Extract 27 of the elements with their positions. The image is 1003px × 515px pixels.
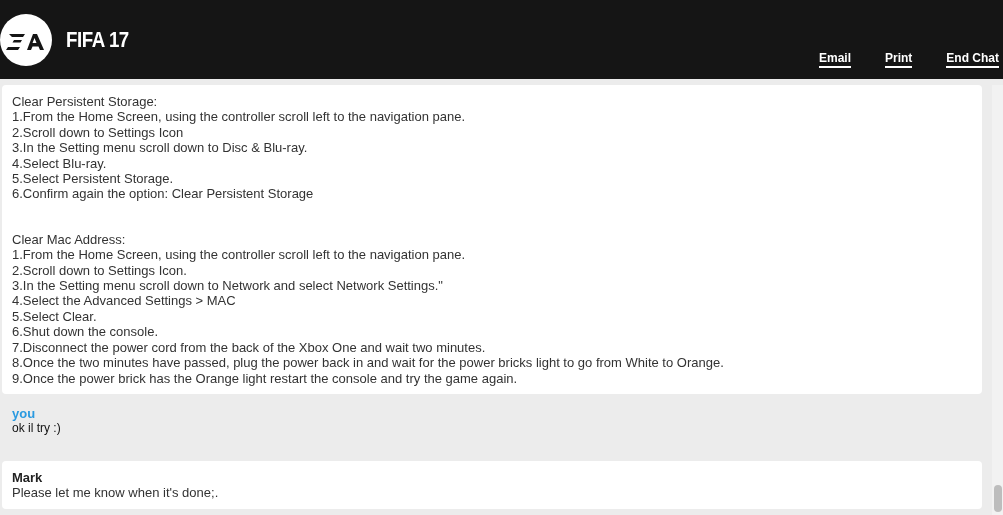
header-link[interactable]: Print xyxy=(885,51,913,68)
scroll-thumb[interactable] xyxy=(994,485,1002,512)
message-line: 2.Scroll down to Settings Icon xyxy=(12,124,185,141)
message-line: ok il try :) xyxy=(12,421,62,437)
message-line: 5.Select Clear. xyxy=(12,308,98,325)
message-line: 9.Once the power brick has the Orange light restart the console and try the game again. xyxy=(12,370,519,386)
message-line: 3.In the Setting menu scroll down to Disc & Blu-ray. xyxy=(12,140,309,156)
message-line: 7.Disconnect the power cord from the back of the Xbox One and wait two minutes. xyxy=(12,339,487,356)
scrollbar[interactable] xyxy=(992,85,1003,515)
message-line: 1.From the Home Screen, using the controller scroll left to the navigation pane. xyxy=(12,109,467,125)
message-line: 3.In the Setting menu scroll down to Network and select Network Settings." xyxy=(12,278,444,294)
sender-name: you xyxy=(12,405,37,422)
header-link[interactable]: End Chat xyxy=(946,51,999,68)
message-line: 5.Select Persistent Storage. xyxy=(12,171,175,187)
message-line: 1.From the Home Screen, using the controller scroll left to the navigation pane. xyxy=(12,247,467,263)
message-line: Clear Mac Address: xyxy=(12,231,127,248)
game-title: FIFA 17 xyxy=(66,26,129,53)
sender-name: Mark xyxy=(12,469,44,486)
message-line: 6.Confirm again the option: Clear Persistent Storage xyxy=(12,186,315,202)
message-line: Clear Persistent Storage: xyxy=(12,94,159,110)
message-line: 4.Select Blu-ray. xyxy=(12,155,108,172)
message-line: 6.Shut down the console. xyxy=(12,324,159,340)
message-line: 2.Scroll down to Settings Icon. xyxy=(12,262,188,279)
message-line: 4.Select the Advanced Settings > MAC xyxy=(12,293,237,309)
message-line: Please let me know when it's done;. xyxy=(12,485,220,501)
header-link[interactable]: Email xyxy=(818,51,851,68)
message-line: 8.Once the two minutes have passed, plug the power back in and wait for the power bricks light to go from White to Orange. xyxy=(12,355,725,371)
